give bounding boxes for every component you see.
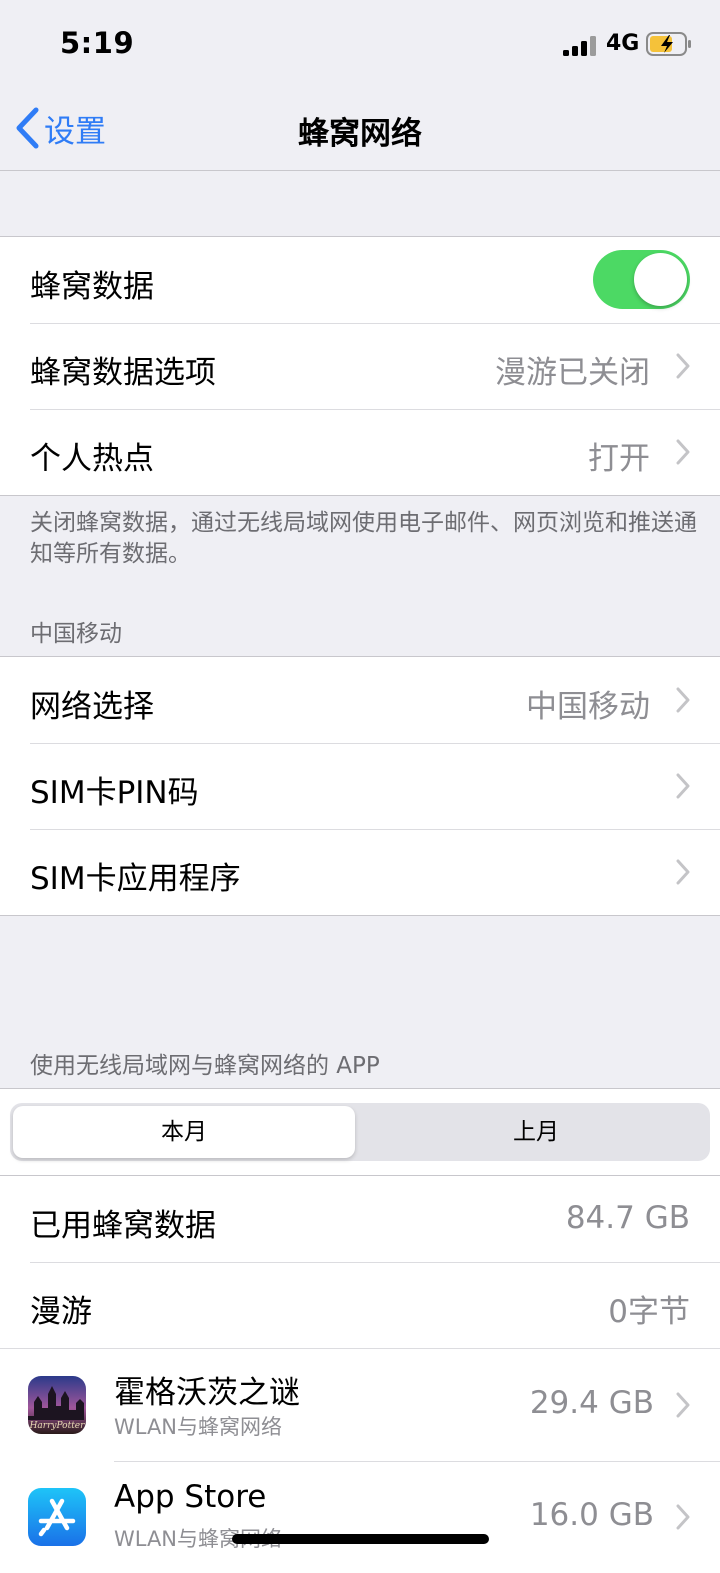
chevron-right-icon — [676, 1392, 690, 1418]
segment-this-month[interactable]: 本月 — [13, 1106, 355, 1158]
chevron-right-icon — [676, 859, 690, 885]
app-row-hogwarts[interactable]: HarryPotter 霍格沃茨之谜 WLAN与蜂窝网络 29.4 GB — [0, 1348, 720, 1461]
cellular-data-row: 蜂窝数据 — [0, 237, 720, 323]
cellular-footer-note: 关闭蜂窝数据，通过无线局域网使用电子邮件、网页浏览和推送通知等所有数据。 — [30, 510, 697, 567]
roaming-usage-value: 0字节 — [608, 1294, 690, 1330]
app-data-usage: 29.4 GB — [529, 1385, 654, 1421]
sim-applications-label: SIM卡应用程序 — [30, 861, 241, 897]
personal-hotspot-row[interactable]: 个人热点 打开 — [0, 409, 720, 495]
network-selection-value: 中国移动 — [526, 689, 650, 725]
personal-hotspot-value: 打开 — [588, 441, 650, 477]
chevron-right-icon — [676, 687, 690, 713]
app-usage-section-header: 使用无线局域网与蜂窝网络的 APP — [30, 1053, 380, 1079]
chevron-right-icon — [676, 439, 690, 465]
chevron-right-icon — [676, 1504, 690, 1530]
app-data-usage: 16.0 GB — [529, 1497, 654, 1533]
page-title: 蜂窝网络 — [298, 116, 422, 152]
cellular-signal-icon — [563, 34, 597, 56]
hogwarts-legacy-icon: HarryPotter — [28, 1376, 86, 1434]
personal-hotspot-label: 个人热点 — [30, 441, 154, 477]
app-row-app-store[interactable]: App Store WLAN与蜂窝网络 16.0 GB — [0, 1461, 720, 1573]
status-bar: 5:19 4G — [0, 0, 720, 90]
battery-charging-icon — [646, 32, 691, 56]
roaming-status-value: 漫游已关闭 — [495, 355, 650, 391]
period-segmented-control: 本月 上月 — [10, 1103, 710, 1161]
chevron-right-icon — [676, 773, 690, 799]
app-name: App Store — [114, 1479, 267, 1515]
cellular-data-options-label: 蜂窝数据选项 — [30, 355, 216, 391]
toggle-knob — [634, 253, 687, 306]
sim-applications-row[interactable]: SIM卡应用程序 — [0, 829, 720, 915]
roaming-usage-label: 漫游 — [30, 1294, 92, 1330]
network-type-label: 4G — [606, 31, 640, 56]
status-time: 5:19 — [60, 26, 135, 60]
hogwarts-icon-text: HarryPotter — [29, 1421, 86, 1431]
cellular-data-used-label: 已用蜂窝数据 — [30, 1208, 216, 1244]
cellular-data-toggle[interactable] — [593, 250, 690, 309]
network-selection-label: 网络选择 — [30, 689, 154, 725]
cellular-data-options-row[interactable]: 蜂窝数据选项 漫游已关闭 — [0, 323, 720, 409]
home-indicator[interactable] — [232, 1534, 489, 1544]
sim-pin-label: SIM卡PIN码 — [30, 775, 199, 811]
cellular-data-used-value: 84.7 GB — [565, 1200, 690, 1236]
navigation-bar: 设置 蜂窝网络 — [0, 90, 720, 171]
chevron-right-icon — [676, 353, 690, 379]
carrier-section-header: 中国移动 — [30, 621, 122, 647]
app-subtitle: WLAN与蜂窝网络 — [114, 1415, 283, 1439]
segment-last-month[interactable]: 上月 — [365, 1106, 707, 1158]
app-name: 霍格沃茨之谜 — [114, 1375, 300, 1411]
sim-pin-row[interactable]: SIM卡PIN码 — [0, 743, 720, 829]
carrier-settings-group: 网络选择 中国移动 SIM卡PIN码 SIM卡应用程序 — [0, 656, 720, 916]
cellular-data-label: 蜂窝数据 — [30, 269, 154, 305]
app-store-icon — [28, 1488, 86, 1546]
network-selection-row[interactable]: 网络选择 中国移动 — [0, 657, 720, 743]
roaming-usage-row: 漫游 0字节 — [0, 1262, 720, 1348]
cellular-data-used-row: 已用蜂窝数据 84.7 GB — [0, 1176, 720, 1262]
cellular-settings-group: 蜂窝数据 蜂窝数据选项 漫游已关闭 个人热点 打开 — [0, 236, 720, 496]
app-usage-group: 已用蜂窝数据 84.7 GB 漫游 0字节 HarryPotter 霍格沃茨之谜… — [0, 1175, 720, 1573]
